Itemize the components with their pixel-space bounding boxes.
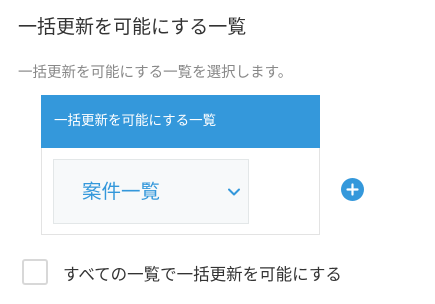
section-description: 一括更新を可能にする一覧を選択します。 (18, 65, 293, 81)
panel-header: 一括更新を可能にする一覧 (41, 95, 320, 148)
all-views-checkbox-label[interactable]: すべての一覧で一括更新を可能にする (63, 261, 342, 285)
page-title: 一括更新を可能にする一覧 (18, 16, 247, 38)
plus-icon (346, 183, 359, 196)
chevron-down-icon (227, 184, 241, 198)
all-views-checkbox[interactable] (22, 259, 48, 285)
view-select[interactable]: 案件一覧 (53, 159, 249, 224)
selected-view-value: 案件一覧 (82, 180, 161, 203)
add-view-button[interactable] (341, 178, 364, 201)
